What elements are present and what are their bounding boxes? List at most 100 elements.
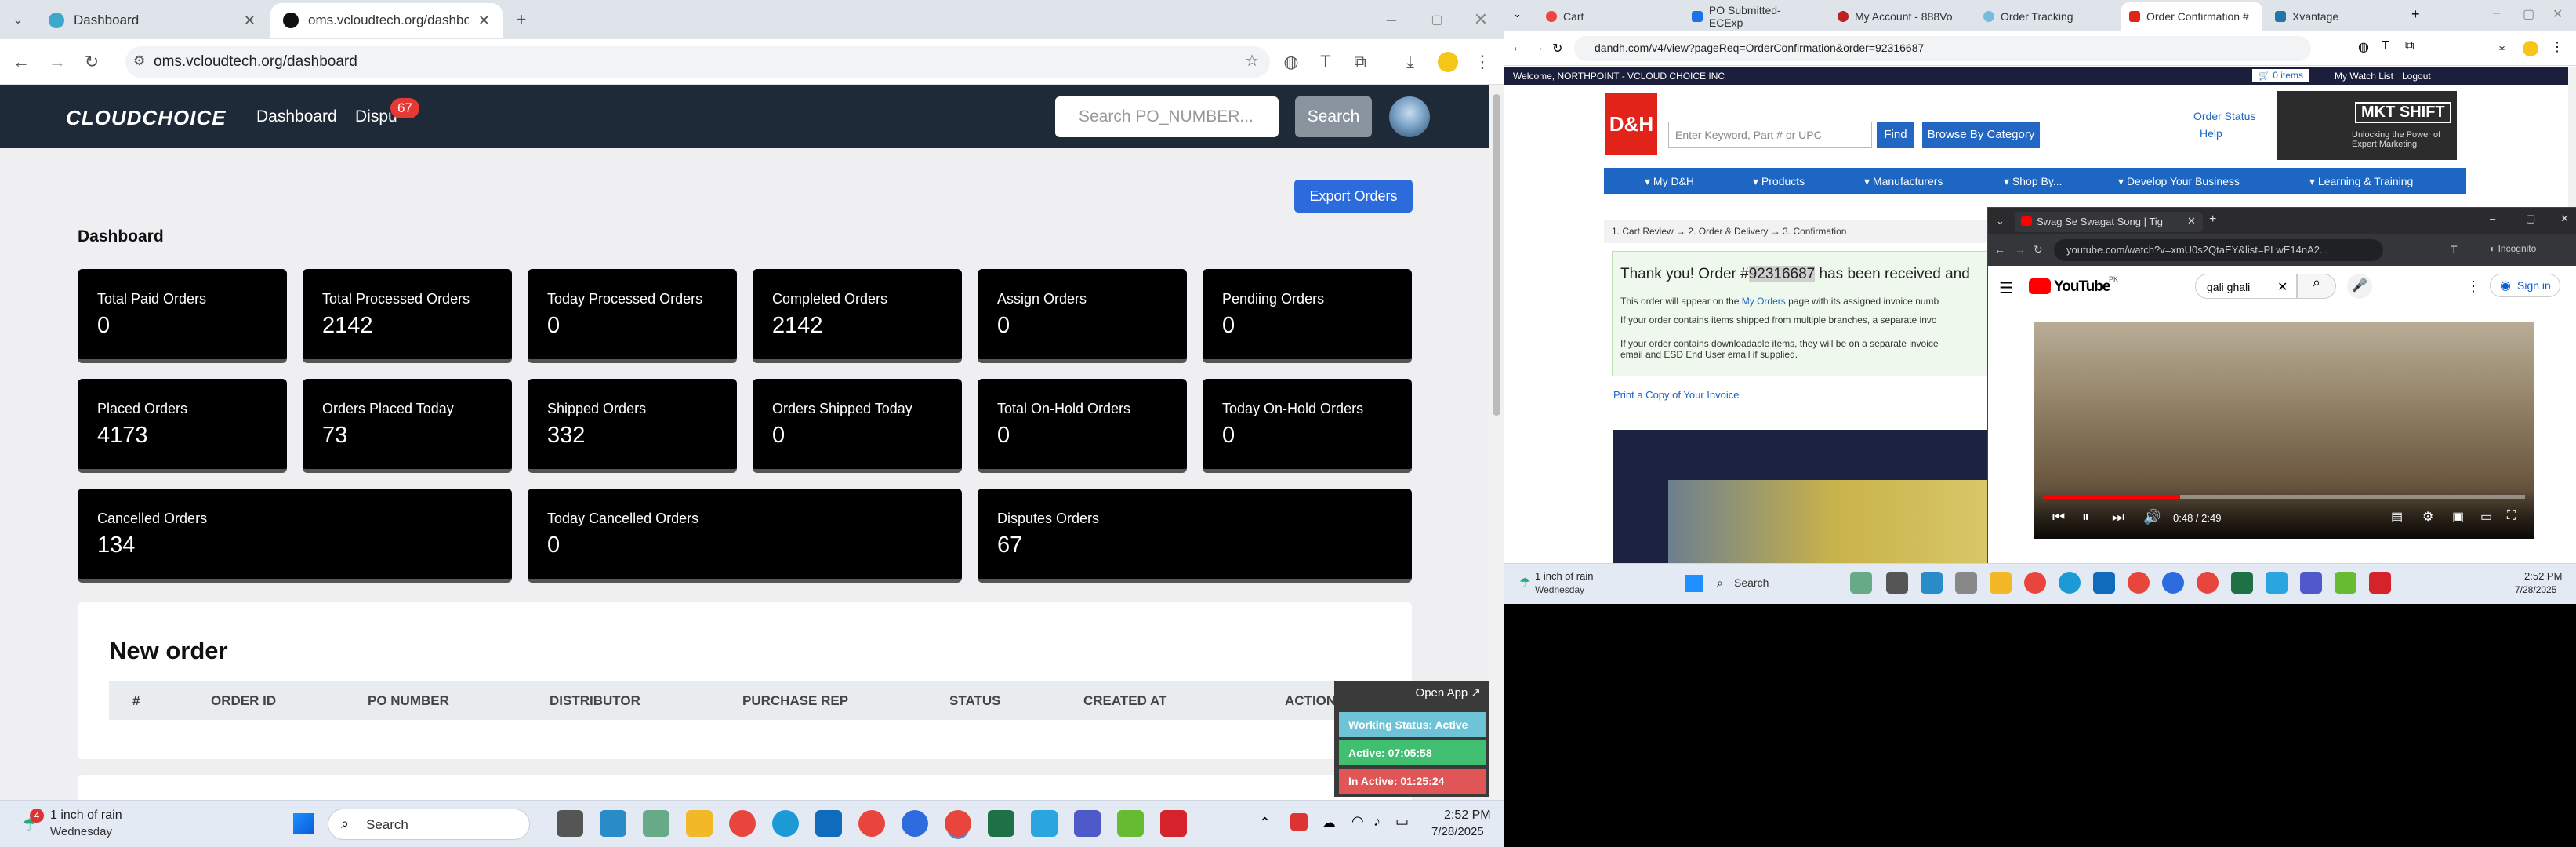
back-icon[interactable]: ←	[9, 50, 33, 74]
tab-search-chevron-icon[interactable]: ⌄	[6, 8, 30, 31]
minimize-icon[interactable]: –	[1380, 8, 1403, 31]
puzzle-icon[interactable]: ⧉	[2405, 39, 2414, 53]
my-orders-link[interactable]: My Orders	[1742, 296, 1786, 307]
stat-card[interactable]: Completed Orders 2142	[753, 269, 962, 363]
new-tab-icon[interactable]: +	[2209, 213, 2216, 227]
promo-image[interactable]	[1613, 430, 2005, 563]
windows-start-icon[interactable]	[293, 813, 314, 834]
forward-icon[interactable]: →	[45, 50, 69, 74]
weather-text[interactable]: 1 inch of rain	[50, 809, 122, 823]
edge-icon[interactable]	[772, 810, 799, 837]
close-icon[interactable]: ✕	[244, 13, 256, 29]
volume-icon[interactable]: 🔊	[2143, 509, 2161, 525]
progress-bar[interactable]	[2043, 495, 2525, 499]
nav-learning-training[interactable]: ▾ Learning & Training	[2309, 175, 2413, 188]
youtube-logo-icon[interactable]	[2029, 278, 2051, 294]
taskbar-date[interactable]: 7/28/2025	[1431, 825, 1484, 838]
youtube-address-bar[interactable]: youtube.com/watch?v=xmU0s2QtaEY&list=PLw…	[2054, 239, 2383, 261]
order-status-link[interactable]: Order Status	[2193, 110, 2255, 122]
cloud-icon[interactable]: ☁	[1322, 815, 1336, 831]
logout-link[interactable]: Logout	[2402, 71, 2431, 82]
weather-text[interactable]: 1 inch of rain	[1535, 570, 1593, 582]
taskbar-time[interactable]: 2:52 PM	[1444, 809, 1491, 823]
reload-icon[interactable]: ↻	[80, 50, 103, 74]
window-close-icon[interactable]: ✕	[1469, 8, 1493, 31]
stat-card[interactable]: Orders Shipped Today 0	[753, 379, 962, 473]
theater-icon[interactable]: ▭	[2480, 509, 2492, 525]
miniplayer-icon[interactable]: ▣	[2452, 509, 2464, 525]
nav-shop-by[interactable]: ▾ Shop By...	[2004, 175, 2062, 188]
teams-icon[interactable]	[2300, 572, 2322, 594]
nav-disputes[interactable]: Dispu 67	[355, 98, 419, 126]
chevron-up-icon[interactable]: ⌃	[1259, 815, 1271, 831]
close-icon[interactable]: ✕	[2187, 215, 2196, 227]
new-tab-icon[interactable]: +	[2411, 6, 2420, 23]
address-bar[interactable]: dandh.com/v4/view?pageReq=OrderConfirmat…	[1574, 36, 2311, 61]
stat-card[interactable]: Disputes Orders 67	[978, 489, 1412, 583]
maximize-icon[interactable]: ▢	[2526, 213, 2535, 225]
scrollbar-thumb[interactable]	[1493, 94, 1500, 416]
download-icon[interactable]: ⤓	[1399, 50, 1422, 74]
taskbar-time[interactable]: 2:52 PM	[2524, 570, 2562, 582]
video-player[interactable]: ⏮ ⏸ ⏭ 🔊 0:48 / 2:49 ▤ ⚙ ▣ ▭ ⛶	[2034, 322, 2534, 539]
chrome-icon[interactable]	[729, 810, 756, 837]
tab-my-account[interactable]: My Account - 888Vo	[1830, 2, 1971, 31]
tab-cart[interactable]: Cart	[1538, 2, 1679, 31]
youtube-tab[interactable]: Swag Se Swagat Song | Tig ✕	[2015, 212, 2203, 232]
sign-in-button[interactable]: ◉ Sign in	[2490, 274, 2560, 297]
nav-products[interactable]: ▾ Products	[1753, 175, 1805, 188]
dh-logo[interactable]: D&H	[1605, 93, 1657, 155]
reload-icon[interactable]: ↻	[2034, 243, 2043, 256]
help-link[interactable]: Help	[2200, 127, 2222, 140]
tab-search-chevron-icon[interactable]: ⌄	[1996, 215, 2005, 227]
stat-card[interactable]: Pendiing Orders 0	[1203, 269, 1412, 363]
chrome-icon[interactable]	[2128, 572, 2150, 594]
export-orders-button[interactable]: Export Orders	[1294, 180, 1413, 213]
tab-order-tracking[interactable]: Order Tracking	[1976, 2, 2117, 31]
tab-order-confirmation[interactable]: Order Confirmation #	[2121, 2, 2262, 31]
battery-icon[interactable]: ▭	[1395, 813, 1409, 830]
stat-card[interactable]: Cancelled Orders 134	[78, 489, 512, 583]
stat-card[interactable]: Today Processed Orders 0	[528, 269, 737, 363]
back-icon[interactable]: ←	[1511, 41, 1524, 55]
tab-po-submitted[interactable]: PO Submitted- ECExp	[1684, 2, 1825, 31]
teams-icon[interactable]	[1074, 810, 1101, 837]
chrome-icon[interactable]	[858, 810, 885, 837]
open-app-link[interactable]: Open App ↗	[1334, 681, 1489, 711]
tray-app-icon[interactable]	[1290, 813, 1308, 831]
extension-icon[interactable]: ◍	[1279, 50, 1303, 74]
settings-gear-icon[interactable]: ⚙	[2422, 509, 2433, 525]
close-icon[interactable]: ✕	[478, 13, 490, 29]
bookmark-star-icon[interactable]: ☆	[1245, 51, 1259, 71]
incognito-badge[interactable]: ◐ Incognito	[2490, 243, 2536, 254]
download-icon[interactable]: ⤓	[2499, 39, 2505, 53]
edge-icon[interactable]	[2059, 572, 2081, 594]
window-close-icon[interactable]: ✕	[2552, 6, 2563, 22]
pause-icon[interactable]: ⏸	[2082, 509, 2089, 525]
stat-card[interactable]: Shipped Orders 332	[528, 379, 737, 473]
maximize-icon[interactable]: ▢	[2523, 6, 2534, 22]
tab-xvantage[interactable]: Xvantage	[2267, 2, 2408, 31]
app-logo[interactable]: CLOUDCHOICE	[66, 106, 227, 130]
watch-list-link[interactable]: My Watch List	[2335, 71, 2393, 82]
text-icon[interactable]: T	[2451, 243, 2458, 256]
subtitles-icon[interactable]: ▤	[2391, 509, 2403, 525]
minimize-icon[interactable]: –	[2490, 213, 2495, 224]
windows-start-icon[interactable]	[1685, 575, 1703, 592]
reload-icon[interactable]: ↻	[1552, 41, 1562, 56]
taskbar-search-label[interactable]: Search	[1734, 576, 1769, 589]
site-info-icon[interactable]: ⚙	[133, 53, 145, 69]
menu-icon[interactable]: ⋮	[1471, 50, 1494, 74]
nav-dashboard[interactable]: Dashboard	[256, 107, 337, 126]
tab-dashboard[interactable]: Dashboard ✕	[36, 3, 268, 38]
app-icon[interactable]	[643, 810, 669, 837]
excel-icon[interactable]	[2231, 572, 2253, 594]
more-icon[interactable]: ⋮	[2466, 278, 2480, 295]
acrobat-icon[interactable]	[1160, 810, 1187, 837]
zoom-icon[interactable]	[2162, 572, 2184, 594]
stat-card[interactable]: Today Cancelled Orders 0	[528, 489, 962, 583]
zoom-icon[interactable]	[902, 810, 928, 837]
folder-icon[interactable]	[1990, 572, 2012, 594]
ad-banner[interactable]: MKT SHIFT Unlocking the Power of Expert …	[2277, 91, 2457, 160]
stat-card[interactable]: Placed Orders 4173	[78, 379, 287, 473]
